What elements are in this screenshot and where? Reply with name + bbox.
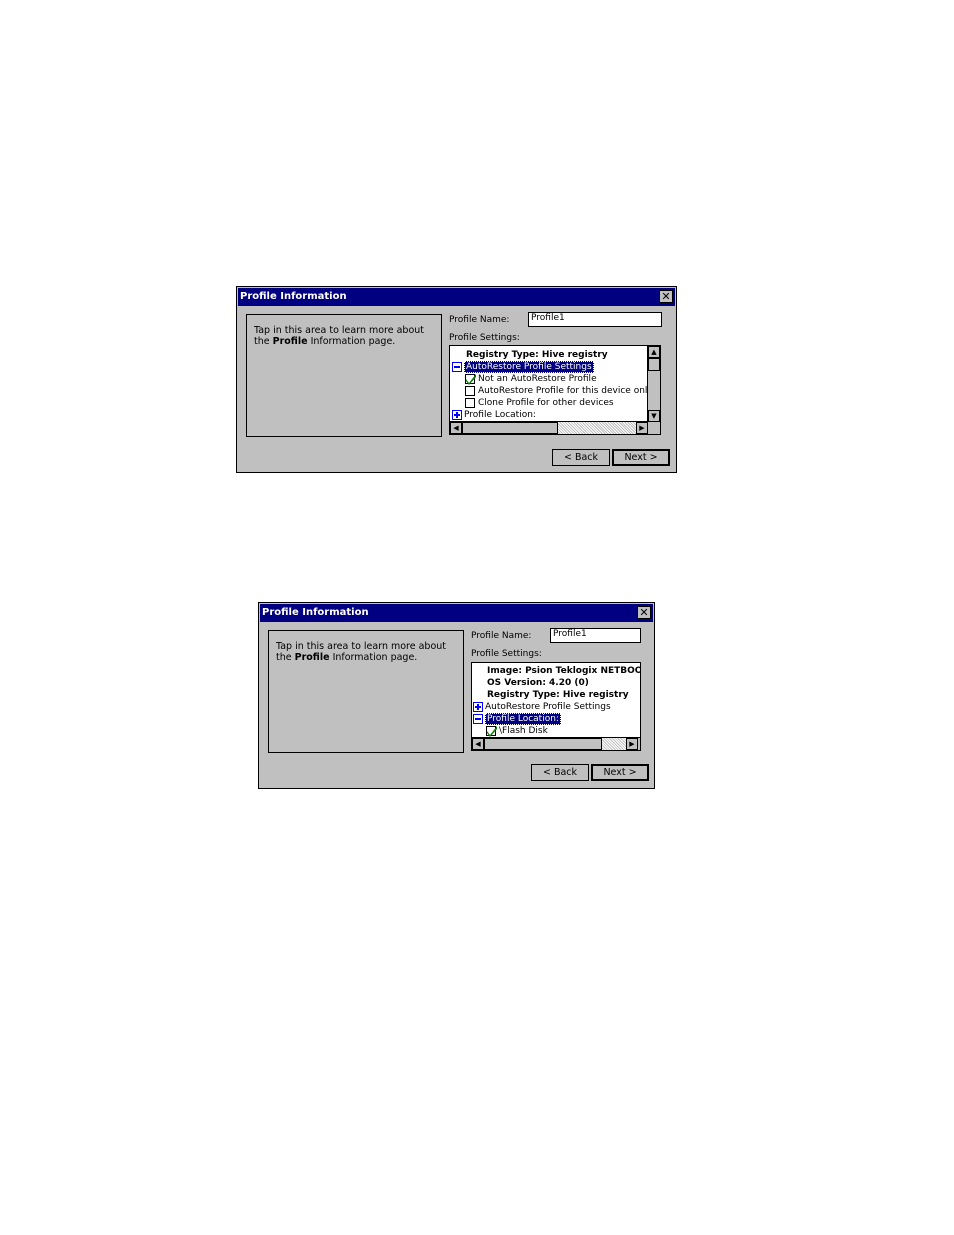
scroll-thumb[interactable] [462, 422, 558, 434]
tree-row-registry-type: Registry Type: Hive registry [466, 349, 608, 361]
horizontal-scrollbar[interactable]: ◀ ▶ [450, 421, 660, 434]
help-text-2: Information page. [307, 336, 396, 347]
scroll-right-icon[interactable]: ▶ [626, 738, 638, 750]
tree-row-os-version: OS Version: 4.20 (0) [487, 677, 589, 689]
profile-name-input[interactable]: Profile1 [528, 312, 662, 327]
tree-row-text: Not an AutoRestore Profile [478, 374, 597, 384]
tree-row-text: Clone Profile for other devices [478, 398, 614, 408]
tree-row-not-autorestore[interactable]: Not an AutoRestore Profile [465, 373, 597, 385]
next-button[interactable]: Next > [591, 764, 649, 781]
help-text-bold: Profile [294, 652, 330, 663]
profile-settings-tree[interactable]: Image: Psion Teklogix NETBOO OS Version:… [471, 662, 641, 751]
scroll-right-icon[interactable]: ▶ [636, 422, 648, 434]
help-text-bold: Profile [272, 336, 308, 347]
checkbox-icon[interactable] [465, 397, 475, 408]
collapse-icon[interactable] [452, 361, 462, 372]
horizontal-scrollbar[interactable]: ◀ ▶ [472, 737, 640, 750]
close-button[interactable]: ✕ [637, 606, 651, 619]
help-area[interactable]: Tap in this area to learn more about the… [246, 314, 442, 437]
tree-row-text: Image: Psion Teklogix NETBOO [487, 666, 641, 676]
scroll-left-icon[interactable]: ◀ [472, 738, 484, 750]
checkmark-icon[interactable] [486, 725, 497, 737]
tree-row-text: Profile Location: [464, 410, 536, 420]
profile-settings-tree[interactable]: Registry Type: Hive registry AutoRestore… [449, 345, 661, 435]
expand-icon[interactable] [473, 701, 483, 712]
scroll-track[interactable] [558, 422, 636, 434]
tree-row-profile-location[interactable]: Profile Location: [452, 409, 536, 421]
profile-name-input[interactable]: Profile1 [550, 628, 641, 643]
tree-row-clone-profile[interactable]: Clone Profile for other devices [465, 397, 614, 409]
tree-row-text: Registry Type: Hive registry [487, 690, 629, 700]
profile-name-label: Profile Name: [449, 315, 510, 325]
dialog-title: Profile Information [262, 607, 369, 618]
scroll-left-icon[interactable]: ◀ [450, 422, 462, 434]
expand-icon[interactable] [452, 409, 462, 420]
tree-row-text: AutoRestore Profile Settings [485, 702, 611, 712]
close-button[interactable]: ✕ [659, 290, 673, 303]
title-bar: Profile Information ✕ [260, 604, 653, 622]
checkmark-icon[interactable] [465, 373, 476, 385]
checkbox-icon[interactable] [465, 385, 475, 396]
tree-row-flash-disk[interactable]: \Flash Disk [486, 725, 548, 737]
tree-row-autorestore-settings[interactable]: AutoRestore Profile Settings [473, 701, 611, 713]
tree-row-registry-type: Registry Type: Hive registry [487, 689, 629, 701]
close-icon: ✕ [661, 290, 671, 303]
tree-row-text: Registry Type: Hive registry [466, 350, 608, 360]
tree-row-text: AutoRestore Profile Settings [464, 361, 594, 373]
scroll-thumb[interactable] [484, 738, 602, 750]
profile-information-dialog-2: Profile Information ✕ Tap in this area t… [258, 602, 655, 789]
next-button[interactable]: Next > [612, 449, 670, 466]
profile-settings-label: Profile Settings: [471, 649, 542, 659]
tree-row-text: OS Version: 4.20 (0) [487, 678, 589, 688]
collapse-icon[interactable] [473, 713, 483, 724]
help-text-2: Information page. [329, 652, 418, 663]
tree-row-autorestore-device[interactable]: AutoRestore Profile for this device only [465, 385, 653, 397]
profile-settings-label: Profile Settings: [449, 333, 520, 343]
dialog-title: Profile Information [240, 291, 347, 302]
close-icon: ✕ [639, 606, 649, 619]
profile-information-dialog-1: Profile Information ✕ Tap in this area t… [236, 286, 677, 473]
tree-row-image: Image: Psion Teklogix NETBOO [487, 665, 641, 677]
back-button[interactable]: < Back [552, 449, 610, 466]
title-bar: Profile Information ✕ [238, 288, 675, 306]
scroll-track[interactable] [602, 738, 626, 750]
tree-row-text: AutoRestore Profile for this device only [478, 386, 653, 396]
vertical-scrollbar[interactable]: ▲ ▼ [647, 346, 660, 422]
scroll-up-icon[interactable]: ▲ [648, 346, 660, 358]
profile-name-label: Profile Name: [471, 631, 532, 641]
tree-row-text: \Flash Disk [499, 726, 548, 736]
help-area[interactable]: Tap in this area to learn more about the… [268, 630, 464, 753]
back-button[interactable]: < Back [531, 764, 589, 781]
scroll-thumb[interactable] [648, 358, 660, 371]
